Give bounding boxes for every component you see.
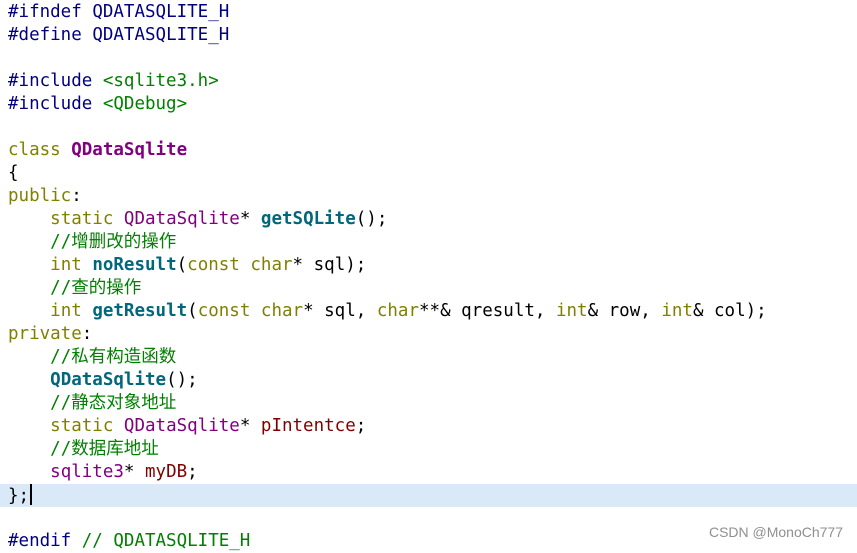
code-line-2[interactable]: #define QDATASQLITE_H <box>0 24 857 47</box>
code-line-8[interactable]: { <box>0 162 857 185</box>
csdn-watermark: CSDN @MonoCh777 <box>708 524 843 540</box>
type-name: sqlite3 <box>50 462 124 482</box>
params: & col); <box>692 301 767 321</box>
code-line-5[interactable]: #include <QDebug> <box>0 93 857 116</box>
comment: // QDATASQLITE_H <box>81 531 251 551</box>
colon: : <box>81 324 93 344</box>
paren: ( <box>176 255 188 275</box>
preprocessor-directive: #include <box>8 94 93 114</box>
include-header: <QDebug> <box>102 94 188 114</box>
code-line-17[interactable]: QDataSqlite(); <box>0 369 857 392</box>
keyword: static <box>50 209 114 229</box>
pointer: * <box>123 462 145 482</box>
preprocessor-directive: #ifndef <box>8 2 82 22</box>
preprocessor-directive: #include <box>8 71 93 91</box>
access-specifier: public <box>8 186 72 206</box>
macro-name: QDATASQLITE_H <box>92 25 230 45</box>
punctuation: ; <box>355 416 367 436</box>
keyword: const <box>197 301 251 321</box>
function-name: getSQLite <box>260 209 356 229</box>
preprocessor-directive: #endif <box>8 531 72 551</box>
text-cursor <box>30 484 32 505</box>
code-line-20[interactable]: //数据库地址 <box>0 438 857 461</box>
code-line-11[interactable]: //增删改的操作 <box>0 231 857 254</box>
brace: { <box>8 163 19 183</box>
code-line-19[interactable]: static QDataSqlite* pIntentce; <box>0 415 857 438</box>
punctuation: ; <box>187 462 198 482</box>
function-name: QDataSqlite <box>50 370 167 390</box>
code-line-22-current[interactable]: }; <box>0 484 857 507</box>
member-variable: pIntentce <box>260 416 356 436</box>
keyword: class <box>8 140 61 160</box>
code-line-10[interactable]: static QDataSqlite* getSQLite(); <box>0 208 857 231</box>
function-name: getResult <box>92 301 188 321</box>
comment: //数据库地址 <box>50 439 159 459</box>
member-variable: myDB <box>145 462 188 482</box>
preprocessor-directive: #define <box>8 25 82 45</box>
keyword: static <box>50 416 114 436</box>
paren: ( <box>187 301 198 321</box>
colon: : <box>71 186 82 206</box>
code-line-21[interactable]: sqlite3* myDB; <box>0 461 857 484</box>
code-line-18[interactable]: //静态对象地址 <box>0 392 857 415</box>
code-line-15[interactable]: private: <box>0 323 857 346</box>
keyword: int <box>50 255 82 275</box>
punctuation: (); <box>166 370 198 390</box>
keyword: const <box>187 255 240 275</box>
code-line-1[interactable]: #ifndef QDATASQLITE_H <box>0 1 857 24</box>
code-line-13[interactable]: //查的操作 <box>0 277 857 300</box>
comment: //查的操作 <box>50 278 142 298</box>
class-name: QDataSqlite <box>71 140 188 160</box>
keyword: int <box>50 301 82 321</box>
access-specifier: private <box>8 324 82 344</box>
params: **& qresult, <box>419 301 556 321</box>
function-name: noResult <box>92 255 177 275</box>
code-line-14[interactable]: int getResult(const char* sql, char**& q… <box>0 300 857 323</box>
closing-brace: }; <box>8 486 30 506</box>
type-name: QDataSqlite <box>123 416 240 436</box>
code-line-12[interactable]: int noResult(const char* sql); <box>0 254 857 277</box>
comment: //私有构造函数 <box>50 347 177 367</box>
code-editor[interactable]: #ifndef QDATASQLITE_H #define QDATASQLIT… <box>0 0 857 551</box>
keyword: char <box>250 255 293 275</box>
type-name: QDataSqlite <box>123 209 240 229</box>
keyword: int <box>661 301 693 321</box>
keyword: int <box>555 301 588 321</box>
comment: //增删改的操作 <box>50 232 177 252</box>
code-line-9[interactable]: public: <box>0 185 857 208</box>
keyword: char <box>376 301 419 321</box>
code-line-7[interactable]: class QDataSqlite <box>0 139 857 162</box>
punctuation: (); <box>355 209 388 229</box>
code-line-16[interactable]: //私有构造函数 <box>0 346 857 369</box>
macro-name: QDATASQLITE_H <box>92 2 230 22</box>
pointer: * <box>239 416 261 436</box>
params: * sql); <box>292 255 367 275</box>
params: * sql, <box>303 301 377 321</box>
code-line-4[interactable]: #include <sqlite3.h> <box>0 70 857 93</box>
pointer: * <box>239 209 251 229</box>
keyword: char <box>260 301 304 321</box>
include-header: <sqlite3.h> <box>102 71 219 91</box>
comment: //静态对象地址 <box>50 393 177 413</box>
params: & row, <box>587 301 662 321</box>
